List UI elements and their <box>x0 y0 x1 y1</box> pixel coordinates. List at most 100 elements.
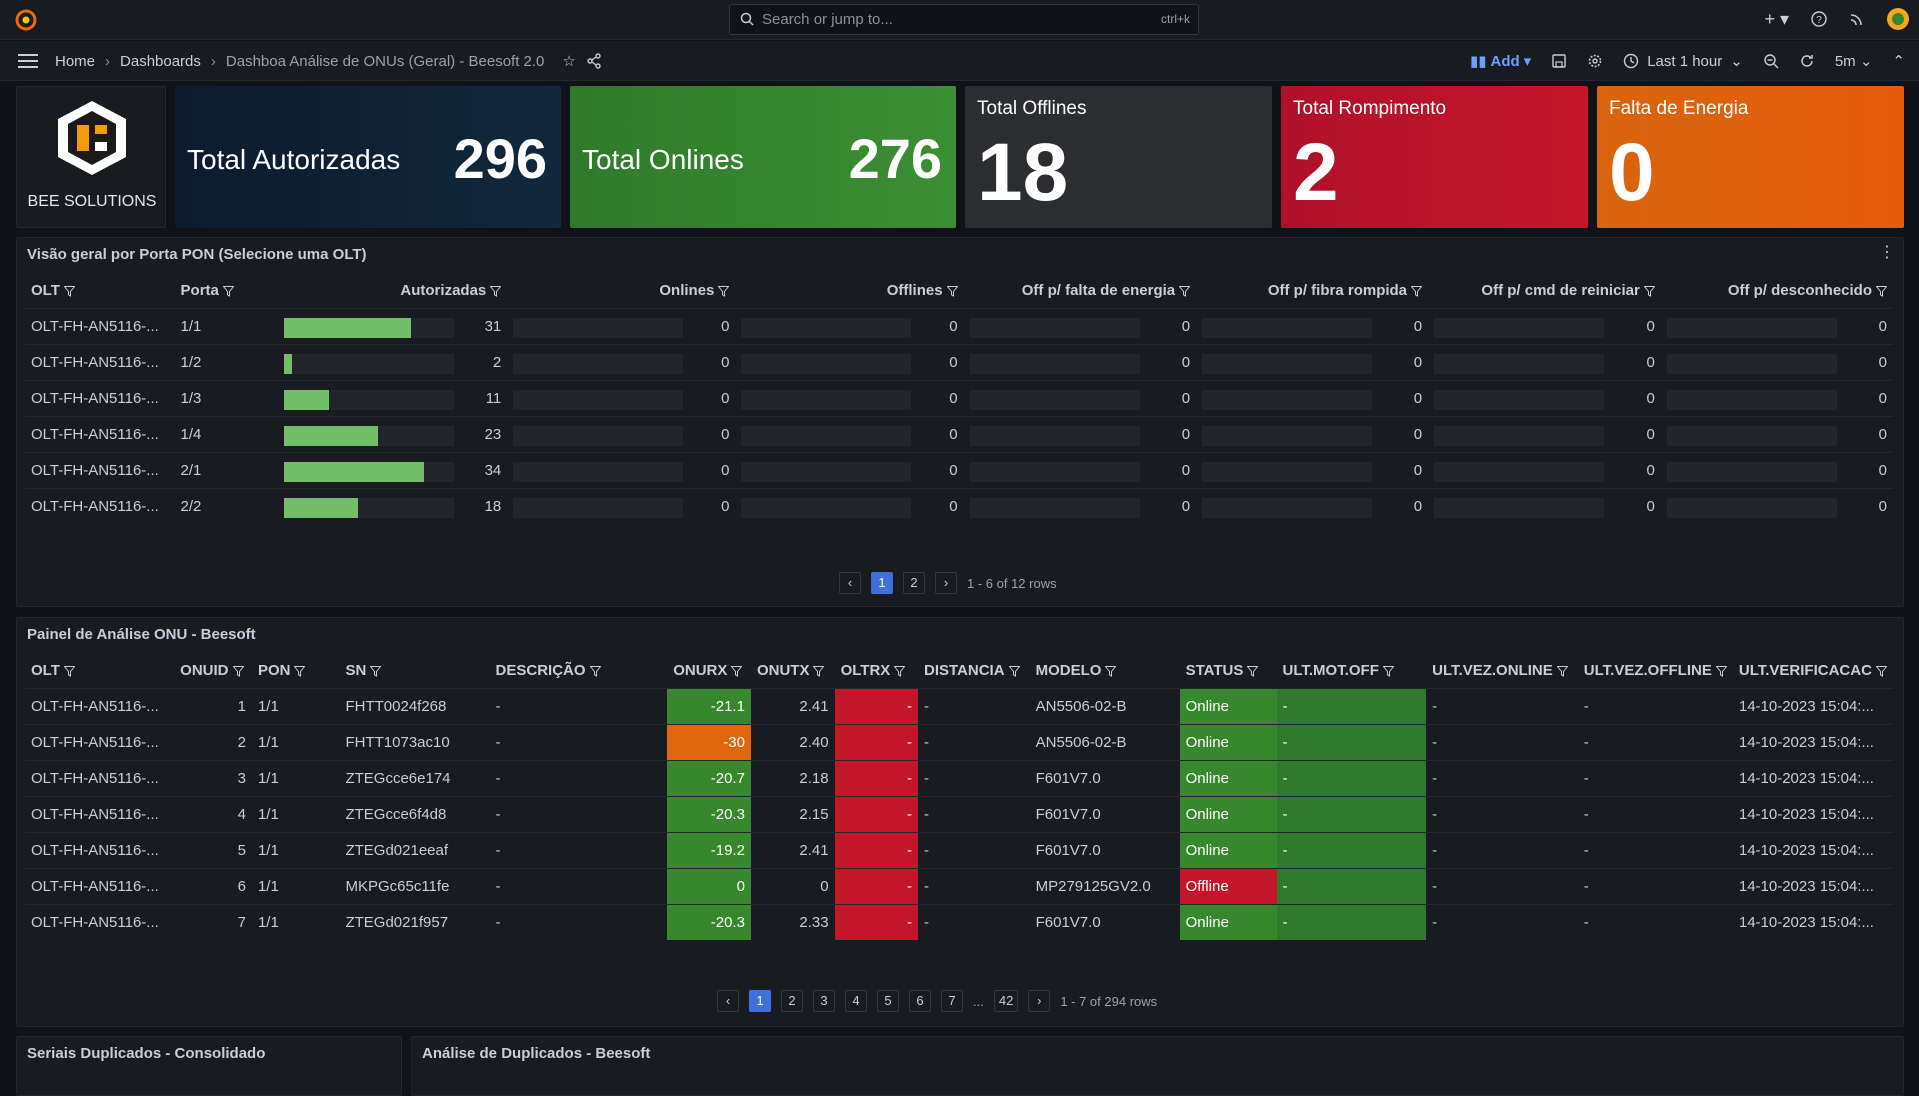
column-header[interactable]: Porta <box>175 274 278 308</box>
page-button[interactable]: 3 <box>813 990 835 1012</box>
next-page-button[interactable]: › <box>1028 990 1051 1012</box>
column-header[interactable]: ONUTX <box>751 654 835 688</box>
filter-icon[interactable] <box>222 285 234 297</box>
column-header[interactable]: MODELO <box>1030 654 1180 688</box>
add-button[interactable]: ▮▮ Add ▾ <box>1470 52 1531 71</box>
column-header[interactable]: STATUS <box>1180 654 1277 688</box>
filter-icon[interactable] <box>1247 665 1259 677</box>
search-input[interactable]: Search or jump to... ctrl+k <box>729 4 1199 35</box>
stat-total-rompimento[interactable]: Total Rompimento 2 <box>1281 86 1588 228</box>
column-header[interactable]: DESCRIÇÃO <box>490 654 668 688</box>
zoom-out-icon[interactable] <box>1763 53 1779 69</box>
collapse-chevron-up-icon[interactable]: ⌃ <box>1892 52 1905 70</box>
filter-icon[interactable] <box>1643 285 1655 297</box>
refresh-interval-picker[interactable]: 5m ⌄ <box>1835 52 1873 70</box>
filter-icon[interactable] <box>1179 285 1191 297</box>
column-header[interactable]: ULT.VEZ.OFFLINE <box>1578 654 1733 688</box>
stat-total-onlines[interactable]: Total Onlines 276 <box>570 86 956 228</box>
table-row[interactable]: OLT-FH-AN5116-... 4 1/1 ZTEGcce6f4d8- -20.3 2… <box>25 795 1893 832</box>
page-button[interactable]: 1 <box>749 990 771 1012</box>
filter-icon[interactable] <box>1105 665 1117 677</box>
page-button[interactable]: 7 <box>941 990 963 1012</box>
column-header[interactable]: ULT.MOT.OFF <box>1277 654 1427 688</box>
panel-menu-icon[interactable]: ⋮ <box>1879 242 1895 262</box>
filter-icon[interactable] <box>294 665 306 677</box>
stat-falta-de-energia[interactable]: Falta de Energia 0 <box>1597 86 1904 228</box>
filter-icon[interactable] <box>1382 665 1394 677</box>
column-header[interactable]: Off p/ cmd de reiniciar <box>1428 274 1661 308</box>
column-header[interactable]: Off p/ fibra rompida <box>1196 274 1428 308</box>
next-page-button[interactable]: › <box>935 572 957 594</box>
filter-icon[interactable] <box>1715 665 1727 677</box>
news-icon[interactable] <box>1849 11 1865 27</box>
column-header[interactable]: OLTRX <box>835 654 918 688</box>
table-row[interactable]: OLT-FH-AN5116-... 2 1/1 FHTT1073ac10- -30 2.4… <box>25 723 1893 760</box>
help-icon[interactable]: ? <box>1811 11 1827 27</box>
filter-icon[interactable] <box>232 665 244 677</box>
breadcrumb-home[interactable]: Home <box>55 53 95 70</box>
column-header[interactable]: Off p/ desconhecido <box>1661 274 1893 308</box>
page-button[interactable]: 42 <box>993 990 1019 1012</box>
filter-icon[interactable] <box>731 665 743 677</box>
filter-icon[interactable] <box>1008 665 1020 677</box>
filter-icon[interactable] <box>813 665 825 677</box>
filter-icon[interactable] <box>894 665 906 677</box>
table-row[interactable]: OLT-FH-AN5116-... 1 1/1 FHTT0024f268- -21.1 2… <box>25 687 1893 724</box>
table-row[interactable]: OLT-FH-AN5116-... 7 1/1 ZTEGd021f957- -20.3 2… <box>25 903 1893 940</box>
page-button[interactable]: 1 <box>871 572 893 594</box>
filter-icon[interactable] <box>370 665 382 677</box>
column-header[interactable]: Autorizadas <box>278 274 508 308</box>
column-header[interactable]: ONURX <box>667 654 751 688</box>
filter-icon[interactable] <box>490 285 502 297</box>
table-row[interactable]: OLT-FH-AN5116-... 1/3 11 0 0 0 0 0 0 <box>25 379 1893 416</box>
filter-icon[interactable] <box>718 285 730 297</box>
column-header[interactable]: ULT.VERIFICACAC <box>1733 654 1893 688</box>
filter-icon[interactable] <box>1876 285 1887 297</box>
column-header[interactable]: OLT <box>25 654 174 688</box>
column-header[interactable]: SN <box>339 654 489 688</box>
plus-icon[interactable]: + ▾ <box>1764 9 1789 30</box>
page-button[interactable]: 2 <box>781 990 803 1012</box>
star-icon[interactable]: ☆ <box>562 52 575 70</box>
filter-icon[interactable] <box>589 665 601 677</box>
table-row[interactable]: OLT-FH-AN5116-... 2/2 18 0 0 0 0 0 0 <box>25 487 1893 524</box>
table-row[interactable]: OLT-FH-AN5116-... 6 1/1 MKPGc65c11fe -0 0- - MP… <box>25 867 1893 904</box>
column-header[interactable]: ONUID <box>174 654 252 688</box>
table-row[interactable]: OLT-FH-AN5116-... 3 1/1 ZTEGcce6e174- -20.7 2… <box>25 759 1893 796</box>
grafana-logo-icon[interactable] <box>14 8 38 32</box>
filter-icon[interactable] <box>63 665 75 677</box>
page-button[interactable]: 4 <box>845 990 867 1012</box>
time-range-picker[interactable]: Last 1 hour ⌄ <box>1623 52 1743 70</box>
table-row[interactable]: OLT-FH-AN5116-... 5 1/1 ZTEGd021eeaf - -19.2 2… <box>25 831 1893 868</box>
menu-icon[interactable] <box>18 53 38 69</box>
filter-icon[interactable] <box>946 285 958 297</box>
column-header[interactable]: Off p/ falta de energia <box>964 274 1197 308</box>
column-header[interactable]: ULT.VEZ.ONLINE <box>1426 654 1578 688</box>
column-header[interactable]: Offlines <box>735 274 963 308</box>
page-button[interactable]: 2 <box>903 572 925 594</box>
table-row[interactable]: OLT-FH-AN5116-... 1/1 31 0 0 0 0 0 0 <box>25 307 1893 344</box>
page-button[interactable]: 5 <box>877 990 899 1012</box>
refresh-icon[interactable] <box>1799 53 1815 69</box>
column-header[interactable]: DISTANCIA <box>918 654 1030 688</box>
breadcrumb-dashboards[interactable]: Dashboards <box>120 53 201 70</box>
stat-total-autorizadas[interactable]: Total Autorizadas 296 <box>175 86 561 228</box>
filter-icon[interactable] <box>1556 665 1568 677</box>
table-row[interactable]: OLT-FH-AN5116-... 1/4 23 0 0 0 0 0 0 <box>25 415 1893 452</box>
prev-page-button[interactable]: ‹ <box>717 990 739 1012</box>
filter-icon[interactable] <box>1411 285 1423 297</box>
table-row[interactable]: OLT-FH-AN5116-... 1/2 2 0 0 0 0 0 0 <box>25 343 1893 380</box>
column-header[interactable]: OLT <box>25 274 175 308</box>
column-header[interactable]: Onlines <box>507 274 735 308</box>
share-icon[interactable] <box>586 53 602 69</box>
column-header[interactable]: PON <box>252 654 340 688</box>
save-icon[interactable] <box>1551 53 1567 69</box>
stat-total-offlines[interactable]: Total Offlines 18 <box>965 86 1272 228</box>
page-button[interactable]: 6 <box>909 990 931 1012</box>
table-row[interactable]: OLT-FH-AN5116-... 2/1 34 0 0 0 0 0 0 <box>25 451 1893 488</box>
filter-icon[interactable] <box>63 285 75 297</box>
settings-gear-icon[interactable] <box>1587 53 1603 69</box>
prev-page-button[interactable]: ‹ <box>839 572 861 594</box>
filter-icon[interactable] <box>1875 665 1887 677</box>
avatar[interactable] <box>1887 8 1909 30</box>
